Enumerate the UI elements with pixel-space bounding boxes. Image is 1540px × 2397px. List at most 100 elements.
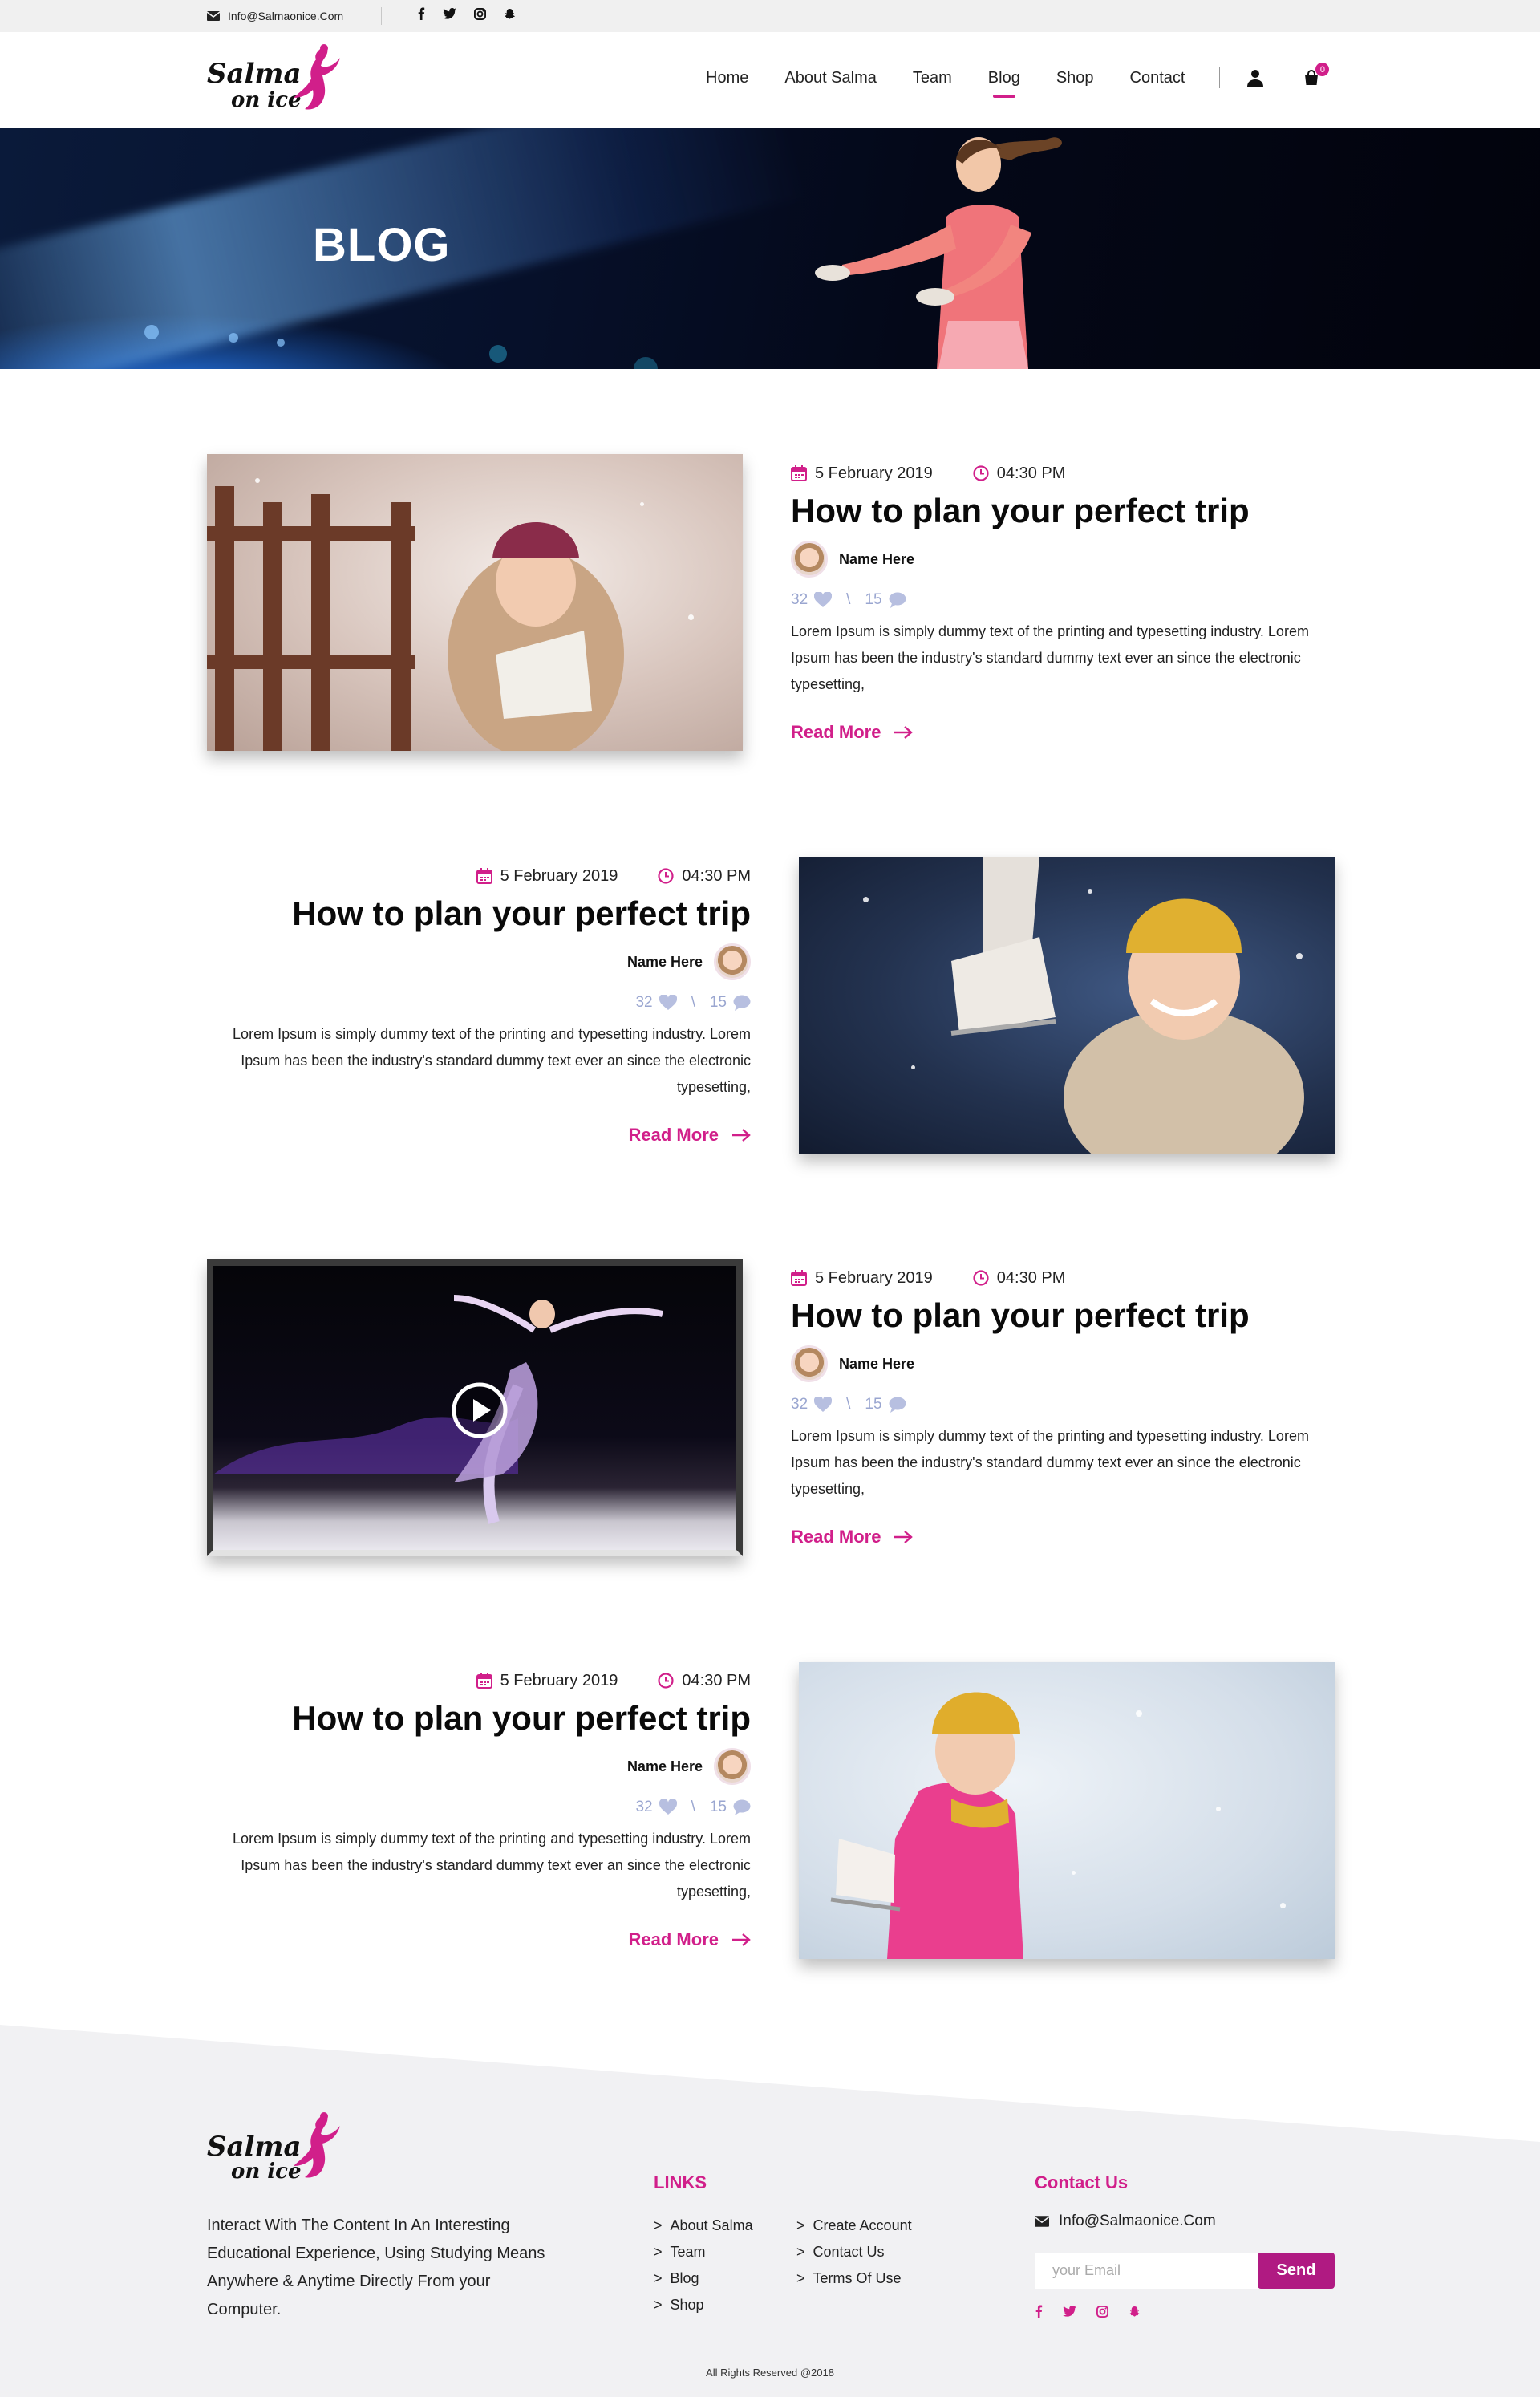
post-excerpt: Lorem Ipsum is simply dummy text of the … (233, 1026, 751, 1095)
footer-link-shop[interactable]: > Shop (654, 2292, 753, 2318)
snowflake (1216, 1807, 1221, 1811)
cart-button[interactable]: 0 (1303, 63, 1330, 86)
calendar-icon (791, 1270, 807, 1286)
nav-team[interactable]: Team (913, 69, 952, 87)
envelope-icon (1035, 2216, 1049, 2227)
post-stats: 32 \ 15 (197, 1797, 751, 1818)
hero-bokeh (144, 325, 159, 339)
site-logo[interactable]: Salma on ice (207, 42, 343, 122)
arrow-right-icon (732, 1128, 751, 1142)
author-name: Name Here (839, 1355, 915, 1372)
footer-link-team[interactable]: > Team (654, 2239, 753, 2265)
hero-banner: BLOG (0, 128, 1540, 369)
nav-contact[interactable]: Contact (1130, 69, 1185, 87)
twitter-icon[interactable] (1063, 2306, 1076, 2317)
footer-link-create-account[interactable]: > Create Account (796, 2212, 912, 2239)
post-meta: 5 February 2019 04:30 PM (791, 461, 1344, 485)
facebook-icon[interactable] (1035, 2305, 1043, 2318)
heart-icon[interactable] (814, 1397, 833, 1413)
clock-icon (973, 1270, 989, 1286)
post-meta: 5 February 2019 04:30 PM (791, 1266, 1344, 1290)
instagram-icon[interactable] (474, 7, 486, 20)
snowflake (255, 478, 260, 483)
post-stats: 32 \ 15 (197, 992, 751, 1013)
comment-icon[interactable] (889, 592, 906, 608)
footer-link-blog[interactable]: > Blog (654, 2265, 753, 2292)
snapchat-icon[interactable] (1129, 2306, 1141, 2318)
post-author[interactable]: Name Here (197, 943, 751, 981)
clock-icon (658, 868, 674, 884)
snowflake (863, 897, 869, 902)
nav-home[interactable]: Home (706, 69, 748, 87)
footer-logo[interactable]: Salma on ice (207, 2110, 343, 2190)
arrow-right-icon (732, 1933, 751, 1947)
avatar (714, 1748, 751, 1785)
calendar-icon (791, 465, 807, 481)
heart-icon[interactable] (814, 592, 833, 608)
read-more-link[interactable]: Read More (197, 1928, 751, 1952)
nav-about-salma[interactable]: About Salma (784, 69, 877, 87)
snowflake (1072, 1871, 1076, 1875)
comment-icon[interactable] (889, 1397, 906, 1413)
main-nav: Home About Salma Team Blog Shop Contact … (706, 63, 1330, 98)
nav-divider (1219, 67, 1221, 88)
twitter-icon[interactable] (443, 8, 456, 19)
topbar-socials (417, 7, 516, 20)
nav-shop[interactable]: Shop (1056, 69, 1094, 87)
calendar-icon (476, 1673, 492, 1689)
snapchat-icon[interactable] (504, 8, 516, 20)
read-more-link[interactable]: Read More (791, 720, 1344, 744)
heart-icon[interactable] (659, 995, 677, 1011)
post-2-image[interactable] (799, 857, 1335, 1154)
post-title[interactable]: How to plan your perfect trip (791, 490, 1344, 532)
post-excerpt: Lorem Ipsum is simply dummy text of the … (791, 1428, 1309, 1497)
nav-blog[interactable]: Blog (988, 69, 1020, 98)
post-4: 5 February 2019 04:30 PM How to plan you… (197, 1669, 751, 1952)
post-author[interactable]: Name Here (791, 1345, 1344, 1383)
heart-icon[interactable] (659, 1799, 677, 1815)
post-author[interactable]: Name Here (791, 540, 1344, 578)
post-author[interactable]: Name Here (197, 1747, 751, 1786)
footer-link-terms-of-use[interactable]: > Terms Of Use (796, 2265, 912, 2292)
post-1-image[interactable] (207, 454, 743, 751)
footer-link-about-salma[interactable]: > About Salma (654, 2212, 753, 2239)
post-3: 5 February 2019 04:30 PM How to plan you… (791, 1266, 1344, 1549)
post-title[interactable]: How to plan your perfect trip (197, 893, 751, 935)
avatar (714, 943, 751, 980)
email-input[interactable] (1035, 2253, 1259, 2289)
snowflake (1280, 1903, 1286, 1908)
footer-link-contact-us[interactable]: > Contact Us (796, 2239, 912, 2265)
read-more-link[interactable]: Read More (197, 1123, 751, 1147)
envelope-icon (207, 11, 220, 21)
comment-icon[interactable] (733, 1799, 751, 1815)
play-button-icon[interactable] (451, 1381, 509, 1439)
snowflake (1088, 889, 1092, 894)
footer-link-label: About Salma (670, 2217, 753, 2233)
comments-count: 15 (865, 1396, 882, 1413)
footer-contact-email[interactable]: Info@Salmaonice.Com (1035, 2212, 1216, 2230)
read-more-link[interactable]: Read More (791, 1525, 1344, 1549)
post-title[interactable]: How to plan your perfect trip (197, 1697, 751, 1739)
author-name: Name Here (626, 953, 703, 970)
post-excerpt: Lorem Ipsum is simply dummy text of the … (791, 623, 1309, 692)
comments-count: 15 (709, 1799, 727, 1815)
author-name: Name Here (839, 550, 915, 567)
post-3-video[interactable] (207, 1259, 743, 1556)
author-name: Name Here (626, 1758, 703, 1774)
user-icon[interactable] (1247, 69, 1264, 87)
footer-link-label: Terms Of Use (813, 2270, 902, 2286)
stats-separator: \ (691, 1799, 695, 1815)
instagram-icon[interactable] (1096, 2305, 1108, 2318)
topbar-email[interactable]: Info@Salmaonice.Com (207, 8, 343, 24)
post-title[interactable]: How to plan your perfect trip (791, 1295, 1344, 1336)
hero-skater-image (815, 137, 1062, 369)
facebook-icon[interactable] (417, 7, 425, 20)
comment-icon[interactable] (733, 995, 751, 1011)
post-meta: 5 February 2019 04:30 PM (197, 1669, 751, 1693)
hero-bokeh (634, 357, 658, 369)
send-button[interactable]: Send (1258, 2253, 1335, 2289)
chevron-right-icon: > (796, 2217, 805, 2233)
likes-count: 32 (791, 1396, 808, 1413)
post-4-image[interactable] (799, 1662, 1335, 1959)
snowflake (688, 614, 694, 620)
